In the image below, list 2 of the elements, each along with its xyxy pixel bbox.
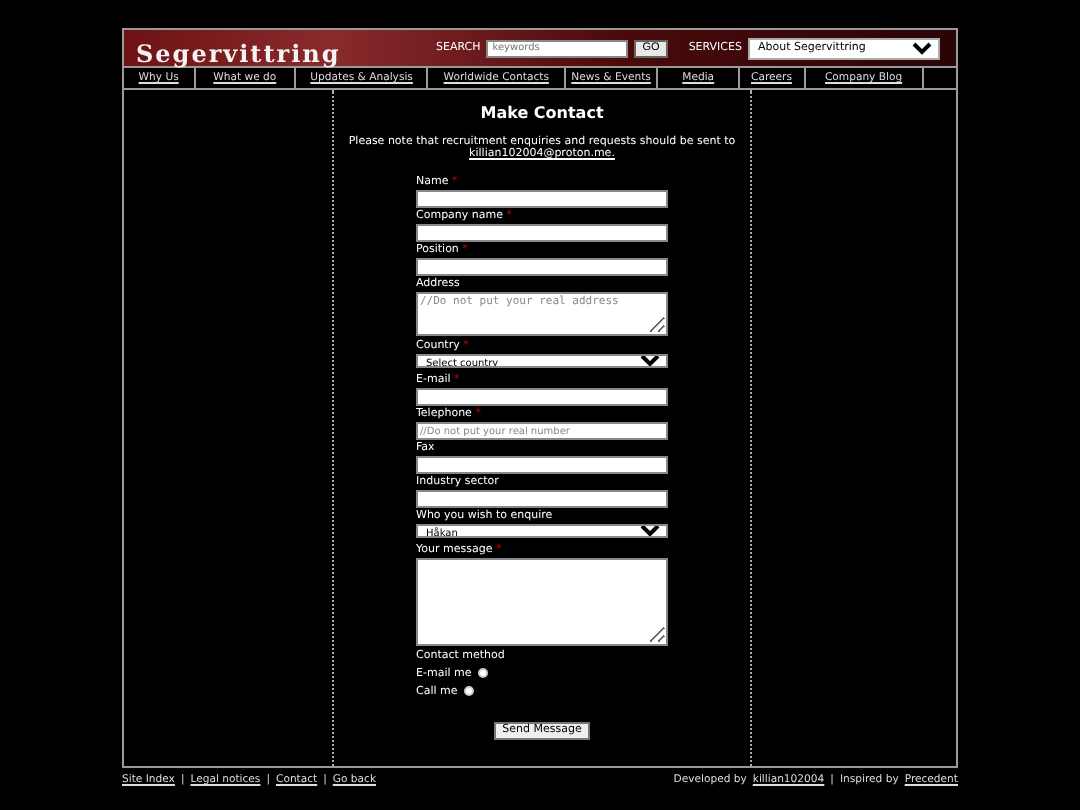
logo: Segervittring — [136, 39, 343, 67]
page-title: Make Contact — [480, 104, 604, 122]
